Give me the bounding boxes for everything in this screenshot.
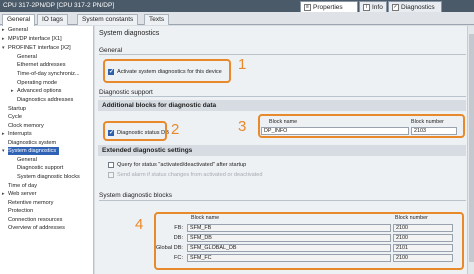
tab-diagnostics[interactable]: ✓ Diagnostics <box>388 1 442 12</box>
navigation-tree: ▸ General ▸ MPI/DP interface [X1] ▾ PROF… <box>0 26 94 274</box>
additional-blocks-bar: Additional blocks for diagnostic data <box>98 100 466 111</box>
nav-mpi-dp-interface[interactable]: MPI/DP interface [X1] <box>8 35 62 43</box>
collapse-arrow-icon[interactable]: ▾ <box>2 147 7 155</box>
send-alarm-checkbox[interactable] <box>108 172 114 178</box>
nav-system-diagnostics[interactable]: System diagnostics <box>8 147 60 155</box>
tab-io-tags[interactable]: IO tags <box>37 14 68 25</box>
system-blocks-heading: System diagnostic blocks <box>99 192 172 199</box>
callout-box-1 <box>103 59 231 83</box>
query-status-label: Query for status "activated/deactivated"… <box>117 162 247 168</box>
nav-connection-resources[interactable]: Connection resources <box>8 216 62 224</box>
extended-settings-heading: Extended diagnostic settings <box>102 147 193 154</box>
expand-arrow-icon[interactable]: ▸ <box>2 130 7 138</box>
tab-info[interactable]: i Info <box>359 1 387 12</box>
tab-system-constants[interactable]: System constants <box>77 14 139 25</box>
expand-arrow-icon[interactable]: ▸ <box>2 190 7 198</box>
nav-advanced-options[interactable]: Advanced options <box>17 87 61 95</box>
nav-retentive-memory[interactable]: Retentive memory <box>8 199 53 207</box>
nav-web-server[interactable]: Web server <box>8 190 37 198</box>
expand-arrow-icon[interactable]: ▸ <box>11 87 16 95</box>
divider <box>99 54 466 55</box>
nav-ethernet-addresses[interactable]: Ethernet addresses <box>17 61 66 69</box>
vertical-scrollbar[interactable] <box>467 26 474 274</box>
info-icon: i <box>363 4 370 11</box>
general-heading: General <box>99 47 123 54</box>
nav-interrupts[interactable]: Interrupts <box>8 130 32 138</box>
send-alarm-label: Send alarm if status changes from activa… <box>117 172 263 178</box>
nav-operating-mode[interactable]: Operating mode <box>17 79 57 87</box>
nav-time-sync[interactable]: Time-of-day synchroniz... <box>17 70 80 78</box>
divider <box>99 96 466 97</box>
callout-box-4 <box>154 212 464 270</box>
window-title: CPU 317-2PN/DP [CPU 317-2 PN/DP] <box>3 2 115 9</box>
nav-general[interactable]: General <box>8 26 28 34</box>
expand-arrow-icon[interactable]: ▸ <box>2 26 7 34</box>
divider <box>99 200 466 201</box>
nav-time-of-day[interactable]: Time of day <box>8 182 37 190</box>
additional-blocks-heading: Additional blocks for diagnostic data <box>102 102 217 109</box>
tab-properties[interactable]: ≡ Properties <box>300 1 358 12</box>
nav-profinet-interface[interactable]: PROFINET interface [X2] <box>8 44 71 52</box>
scrollbar-thumb[interactable] <box>469 34 474 262</box>
collapse-arrow-icon[interactable]: ▾ <box>2 44 7 52</box>
nav-diagnostic-support[interactable]: Diagnostic support <box>17 164 63 172</box>
expand-arrow-icon[interactable]: ▸ <box>2 35 7 43</box>
main-tab-bar: General IO tags System constants Texts <box>0 12 474 26</box>
nav-clock-memory[interactable]: Clock memory <box>8 122 44 130</box>
section-title: System diagnostics <box>99 30 160 37</box>
tab-texts[interactable]: Texts <box>144 14 170 25</box>
callout-number-3: 3 <box>238 118 247 135</box>
callout-box-3 <box>258 114 465 138</box>
callout-box-2 <box>103 121 167 141</box>
nav-diagnostics-system[interactable]: Diagnostics system <box>8 139 56 147</box>
nav-system-diagnostic-blocks[interactable]: System diagnostic blocks <box>17 173 80 181</box>
diagnostics-icon: ✓ <box>392 4 399 11</box>
nav-protection[interactable]: Protection <box>8 207 33 215</box>
nav-overview-of-addresses[interactable]: Overview of addresses <box>8 224 65 232</box>
callout-number-1: 1 <box>238 56 247 73</box>
callout-number-4: 4 <box>135 216 144 233</box>
query-status-checkbox[interactable] <box>108 162 114 168</box>
nav-sd-general[interactable]: General <box>17 156 37 164</box>
nav-diagnostics-addresses[interactable]: Diagnostics addresses <box>17 96 73 104</box>
nav-pn-general[interactable]: General <box>17 53 37 61</box>
diagnostic-support-heading: Diagnostic support <box>99 89 153 96</box>
extended-settings-bar: Extended diagnostic settings <box>98 145 466 156</box>
title-bar: CPU 317-2PN/DP [CPU 317-2 PN/DP] ≡ Prope… <box>0 0 474 12</box>
tab-general[interactable]: General <box>2 14 36 26</box>
nav-startup[interactable]: Startup <box>8 105 26 113</box>
properties-icon: ≡ <box>304 4 311 11</box>
callout-number-2: 2 <box>171 121 180 138</box>
nav-cycle[interactable]: Cycle <box>8 113 22 121</box>
